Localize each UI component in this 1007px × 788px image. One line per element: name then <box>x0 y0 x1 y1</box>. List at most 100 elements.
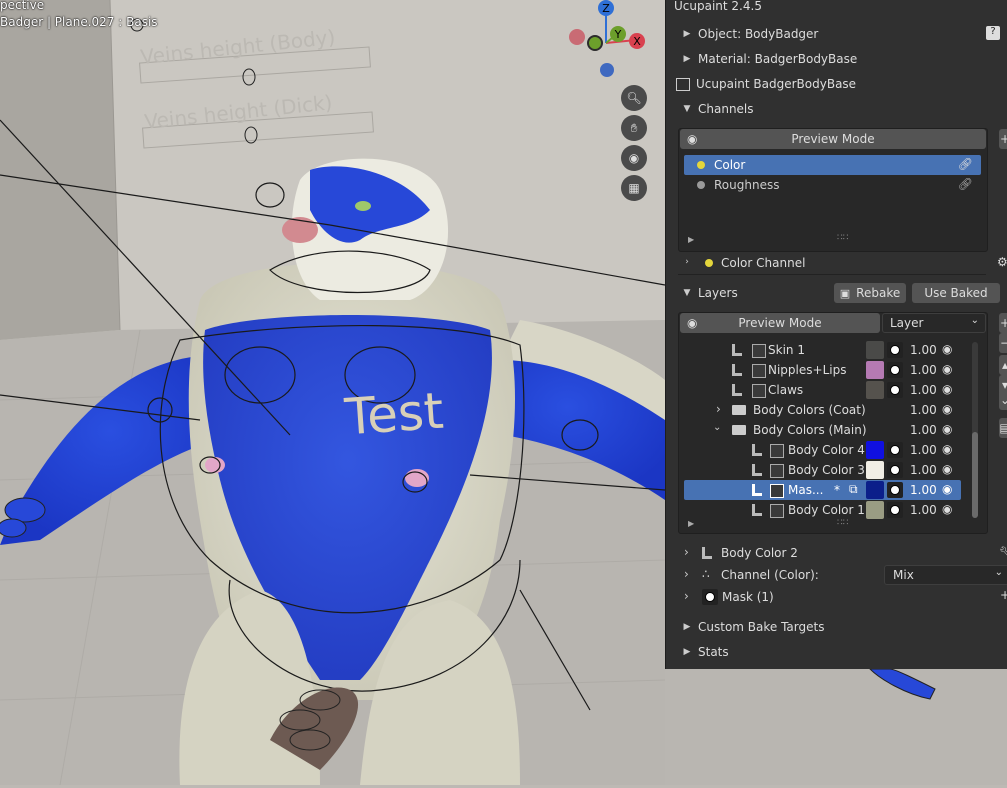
list-expand-icon[interactable]: ▶ <box>688 519 694 528</box>
layer-opacity[interactable]: 1.00 <box>910 463 937 477</box>
layer-row-body-color-1[interactable]: Body Color 1 1.00 ◉ <box>684 500 961 520</box>
wrench-icon[interactable]: 🔧︎ <box>999 546 1007 559</box>
layer-color-swatch[interactable] <box>866 341 884 359</box>
resize-grip-icon[interactable]: ∷∷ <box>837 518 848 528</box>
layer-row-body-colors-main[interactable]: ⌄ Body Colors (Main) 1.00 ◉ <box>684 420 961 440</box>
object-label: Object: BodyBadger <box>698 27 819 41</box>
custom-bake-targets-row[interactable]: ▶ Custom Bake Targets <box>680 616 825 638</box>
layer-menu-button[interactable]: ⌄ <box>999 390 1007 410</box>
channels-header[interactable]: ▼ Channels <box>680 98 754 120</box>
channel-color-row[interactable]: › ∴ Channel (Color): <box>678 564 878 586</box>
layer-row-body-color-3[interactable]: Body Color 3 1.00 ◉ <box>684 460 961 480</box>
move-layer-up-button[interactable]: ▴ <box>999 355 1007 375</box>
collapse-chevron-icon[interactable]: ⌄ <box>713 422 721 433</box>
scrollbar-thumb[interactable] <box>972 432 978 518</box>
mask-icon[interactable] <box>887 482 903 498</box>
gizmo-z-button[interactable]: Z <box>598 0 614 16</box>
layers-header[interactable]: ▼ Layers <box>680 282 738 304</box>
use-baked-button[interactable]: Use Baked <box>912 283 1000 303</box>
image-icon <box>752 364 766 378</box>
eye-icon[interactable]: ◉ <box>942 382 952 396</box>
link-icon[interactable]: 🔗︎ <box>958 177 973 191</box>
color-channel-row[interactable]: › Color Channel <box>678 252 986 275</box>
gizmo-y-button[interactable]: Y <box>610 26 626 42</box>
layer-color-swatch[interactable] <box>866 501 884 519</box>
eye-icon[interactable]: ◉ <box>942 502 952 516</box>
add-layer-button[interactable]: + <box>999 313 1007 333</box>
eye-icon[interactable]: ◉ <box>942 402 952 416</box>
mask-icon[interactable] <box>887 342 903 358</box>
list-expand-icon[interactable]: ▶ <box>688 235 694 244</box>
channels-preview-button[interactable]: ◉ Preview Mode <box>680 129 986 149</box>
add-channel-button[interactable]: + <box>999 129 1007 149</box>
layers-preview-label: Preview Mode <box>738 316 822 330</box>
hand-pan-icon[interactable]: ✋︎ <box>621 115 647 141</box>
gizmo-x-button[interactable]: X <box>629 33 645 49</box>
layer-opacity[interactable]: 1.00 <box>910 483 937 497</box>
layer-opacity[interactable]: 1.00 <box>910 443 937 457</box>
expand-chevron-icon: › <box>684 589 689 603</box>
layer-row-nipples-lips[interactable]: Nipples+Lips 1.00 ◉ <box>684 360 961 380</box>
layer-opacity[interactable]: 1.00 <box>910 403 937 417</box>
layer-opacity[interactable]: 1.00 <box>910 383 937 397</box>
layer-color-swatch[interactable] <box>866 381 884 399</box>
layer-opacity[interactable]: 1.00 <box>910 423 937 437</box>
grid-icon[interactable]: ▦ <box>621 175 647 201</box>
layer-row-body-colors-coat[interactable]: › Body Colors (Coat) 1.00 ◉ <box>684 400 961 420</box>
mask-row[interactable]: › Mask (1) <box>678 586 998 608</box>
image-edit-icon[interactable]: ⧉ <box>849 482 858 497</box>
brush-icon <box>702 547 712 559</box>
gizmo-center-dot[interactable] <box>587 35 603 51</box>
eye-icon[interactable]: ◉ <box>942 342 952 356</box>
layer-name: Body Colors (Main) <box>753 423 867 437</box>
eye-icon[interactable]: ◉ <box>942 462 952 476</box>
mask-icon[interactable] <box>887 362 903 378</box>
stats-row[interactable]: ▶ Stats <box>680 641 729 663</box>
help-icon[interactable]: ? <box>986 26 1000 40</box>
layer-opacity[interactable]: 1.00 <box>910 503 937 517</box>
layer-row-body-color-4[interactable]: Body Color 4 1.00 ◉ <box>684 440 961 460</box>
zoom-icon[interactable]: 🔍︎ <box>621 85 647 111</box>
layer-color-swatch[interactable] <box>866 441 884 459</box>
node-row[interactable]: Ucupaint BadgerBodyBase <box>676 73 856 95</box>
layers-preview-button[interactable]: ◉ Preview Mode <box>680 313 880 333</box>
custom-bake-targets-label: Custom Bake Targets <box>698 620 825 634</box>
mask-icon[interactable] <box>887 442 903 458</box>
layer-tools-button[interactable]: ▤ <box>999 418 1007 438</box>
navigation-gizmo[interactable]: Z X Y <box>565 0 645 80</box>
eye-icon[interactable]: ◉ <box>942 442 952 456</box>
use-baked-label: Use Baked <box>924 286 988 300</box>
3d-viewport[interactable]: pective Badger | Plane.027 : Basis Veins… <box>0 0 665 785</box>
layer-opacity[interactable]: 1.00 <box>910 343 937 357</box>
gear-icon[interactable]: ⚙ <box>997 255 1007 269</box>
layer-name: Body Color 3 <box>788 463 865 477</box>
layers-mode-select[interactable]: Layer ⌄ <box>882 313 986 333</box>
eye-icon[interactable]: ◉ <box>942 422 952 436</box>
mask-icon[interactable] <box>887 462 903 478</box>
layer-color-swatch[interactable] <box>866 361 884 379</box>
camera-icon[interactable]: ◉ <box>621 145 647 171</box>
channel-item-color[interactable]: Color 🔗︎ <box>684 155 981 175</box>
material-row[interactable]: ▶ Material: BadgerBodyBase <box>680 48 858 70</box>
body-color-2-row[interactable]: › Body Color 2 <box>678 542 998 564</box>
mask-icon[interactable] <box>887 502 903 518</box>
eye-icon[interactable]: ◉ <box>942 482 952 496</box>
expand-chevron-icon[interactable]: › <box>716 402 721 416</box>
object-row[interactable]: ▶ Object: BodyBadger <box>680 23 819 45</box>
blend-mode-select[interactable]: Mix ⌄ <box>884 565 1007 585</box>
channel-item-roughness[interactable]: Roughness 🔗︎ <box>684 175 981 195</box>
layer-row-skin-1[interactable]: Skin 1 1.00 ◉ <box>684 340 961 360</box>
add-mask-button[interactable]: + <box>1000 588 1007 602</box>
mask-icon[interactable] <box>887 382 903 398</box>
layer-row-mask-selected[interactable]: Mas... * ⧉ 1.00 ◉ <box>684 480 961 500</box>
layer-list-scrollbar[interactable] <box>972 342 978 518</box>
resize-grip-icon[interactable]: ∷∷ <box>837 233 848 243</box>
layer-row-claws[interactable]: Claws 1.00 ◉ <box>684 380 961 400</box>
layer-color-swatch[interactable] <box>866 461 884 479</box>
remove-layer-button[interactable]: − <box>999 333 1007 353</box>
link-icon[interactable]: 🔗︎ <box>958 157 973 171</box>
layer-opacity[interactable]: 1.00 <box>910 363 937 377</box>
eye-icon[interactable]: ◉ <box>942 362 952 376</box>
layer-color-swatch[interactable] <box>866 481 884 499</box>
rebake-button[interactable]: ▣ Rebake <box>834 283 906 303</box>
